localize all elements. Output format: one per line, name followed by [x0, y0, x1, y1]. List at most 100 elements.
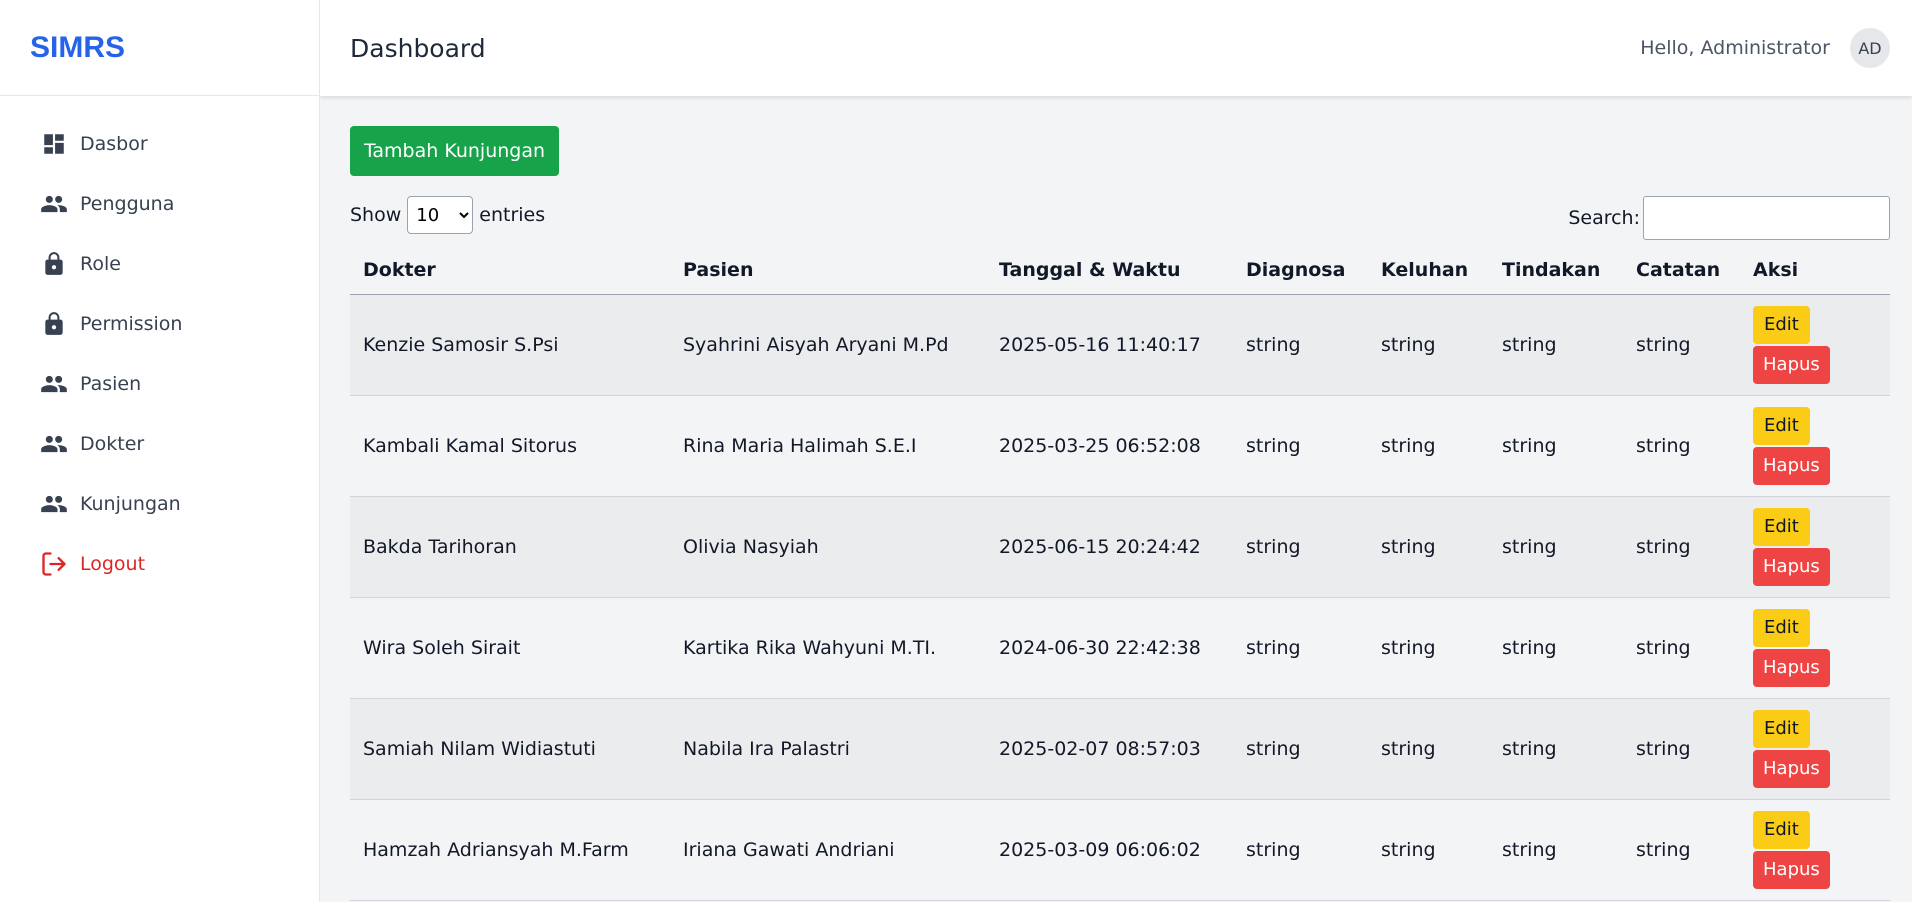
cell-diagnosa: string [1246, 333, 1301, 356]
avatar[interactable]: AD [1850, 28, 1890, 68]
table-row: Bakda Tarihoran Olivia Nasyiah 2025-06-1… [350, 496, 1890, 597]
cell-pasien: Rina Maria Halimah S.E.I [683, 434, 917, 457]
sidebar-item-label: Dokter [80, 433, 145, 455]
cell-pasien: Kartika Rika Wahyuni M.TI. [683, 636, 937, 659]
cell-diagnosa: string [1246, 434, 1301, 457]
table-row: Kenzie Samosir S.Psi Syahrini Aisyah Ary… [350, 294, 1890, 395]
page-title: Dashboard [350, 33, 486, 63]
cell-tindakan: string [1502, 636, 1557, 659]
sidebar-item-permission[interactable]: Permission [0, 294, 319, 354]
greeting-text: Hello, Administrator [1640, 37, 1830, 59]
cell-tindakan: string [1502, 333, 1557, 356]
sidebar-item-kunjungan[interactable]: Kunjungan [0, 474, 319, 534]
add-visit-button[interactable]: Tambah Kunjungan [350, 126, 559, 176]
cell-waktu: 2025-06-15 20:24:42 [999, 535, 1201, 558]
sidebar-item-pasien[interactable]: Pasien [0, 354, 319, 414]
edit-button[interactable]: Edit [1753, 709, 1810, 748]
sidebar-item-logout[interactable]: Logout [0, 534, 319, 594]
edit-button[interactable]: Edit [1753, 608, 1810, 647]
column-header-keluhan[interactable]: Keluhan [1368, 246, 1489, 295]
sidebar-item-role[interactable]: Role [0, 234, 319, 294]
cell-pasien: Nabila Ira Palastri [683, 737, 850, 760]
dashboard-icon [40, 130, 68, 158]
column-header-diagnosa[interactable]: Diagnosa [1233, 246, 1368, 295]
row-actions: Edit Hapus [1753, 305, 1890, 384]
lock-icon [40, 250, 68, 278]
row-actions: Edit Hapus [1753, 608, 1890, 687]
column-header-catatan[interactable]: Catatan [1623, 246, 1740, 295]
cell-dokter: Kenzie Samosir S.Psi [363, 333, 559, 356]
cell-catatan: string [1636, 838, 1691, 861]
entries-label: entries [479, 204, 546, 226]
cell-waktu: 2025-05-16 11:40:17 [999, 333, 1201, 356]
users-icon [40, 190, 68, 218]
cell-keluhan: string [1381, 838, 1436, 861]
sidebar-item-label: Role [80, 253, 121, 275]
lock-icon [40, 310, 68, 338]
delete-button[interactable]: Hapus [1753, 648, 1830, 687]
cell-dokter: Wira Soleh Sirait [363, 636, 521, 659]
cell-waktu: 2025-03-09 06:06:02 [999, 838, 1201, 861]
cell-catatan: string [1636, 636, 1691, 659]
cell-dokter: Samiah Nilam Widiastuti [363, 737, 596, 760]
row-actions: Edit Hapus [1753, 406, 1890, 485]
show-label: Show [350, 204, 402, 226]
cell-aksi: Edit Hapus [1740, 294, 1890, 395]
sidebar-item-label: Pasien [80, 373, 142, 395]
cell-catatan: string [1636, 737, 1691, 760]
delete-button[interactable]: Hapus [1753, 850, 1830, 889]
search-label: Search: [1568, 207, 1640, 229]
cell-catatan: string [1636, 535, 1691, 558]
users-icon [40, 490, 68, 518]
cell-tindakan: string [1502, 737, 1557, 760]
table-row: Hamzah Adriansyah M.Farm Iriana Gawati A… [350, 799, 1890, 900]
sidebar-item-dasbor[interactable]: Dasbor [0, 114, 319, 174]
delete-button[interactable]: Hapus [1753, 749, 1830, 788]
cell-dokter: Hamzah Adriansyah M.Farm [363, 838, 629, 861]
sidebar: SIMRS Dasbor Pengguna Role Permission Pa… [0, 0, 320, 902]
edit-button[interactable]: Edit [1753, 305, 1810, 344]
edit-button[interactable]: Edit [1753, 406, 1810, 445]
cell-catatan: string [1636, 434, 1691, 457]
table-row: Samiah Nilam Widiastuti Nabila Ira Palas… [350, 698, 1890, 799]
cell-keluhan: string [1381, 333, 1436, 356]
cell-pasien: Olivia Nasyiah [683, 535, 819, 558]
user-area: Hello, Administrator AD [1640, 28, 1890, 68]
cell-diagnosa: string [1246, 737, 1301, 760]
delete-button[interactable]: Hapus [1753, 345, 1830, 384]
cell-diagnosa: string [1246, 636, 1301, 659]
row-actions: Edit Hapus [1753, 709, 1890, 788]
column-header-tanggal-waktu[interactable]: Tanggal & Waktu [986, 246, 1233, 295]
cell-keluhan: string [1381, 636, 1436, 659]
brand-logo[interactable]: SIMRS [0, 0, 319, 96]
row-actions: Edit Hapus [1753, 810, 1890, 889]
column-header-tindakan[interactable]: Tindakan [1489, 246, 1623, 295]
search-input[interactable] [1643, 196, 1890, 240]
logout-icon [40, 550, 68, 578]
column-header-dokter[interactable]: Dokter [350, 246, 670, 295]
cell-waktu: 2025-03-25 06:52:08 [999, 434, 1201, 457]
users-icon [40, 370, 68, 398]
cell-tindakan: string [1502, 535, 1557, 558]
sidebar-item-label: Logout [80, 553, 146, 575]
edit-button[interactable]: Edit [1753, 810, 1810, 849]
cell-dokter: Kambali Kamal Sitorus [363, 434, 577, 457]
delete-button[interactable]: Hapus [1753, 446, 1830, 485]
column-header-pasien[interactable]: Pasien [670, 246, 986, 295]
cell-tindakan: string [1502, 434, 1557, 457]
delete-button[interactable]: Hapus [1753, 547, 1830, 586]
sidebar-item-dokter[interactable]: Dokter [0, 414, 319, 474]
cell-keluhan: string [1381, 535, 1436, 558]
column-header-aksi: Aksi [1740, 246, 1890, 295]
sidebar-item-pengguna[interactable]: Pengguna [0, 174, 319, 234]
cell-aksi: Edit Hapus [1740, 496, 1890, 597]
table-row: Wira Soleh Sirait Kartika Rika Wahyuni M… [350, 597, 1890, 698]
cell-aksi: Edit Hapus [1740, 597, 1890, 698]
cell-keluhan: string [1381, 737, 1436, 760]
cell-aksi: Edit Hapus [1740, 698, 1890, 799]
cell-diagnosa: string [1246, 535, 1301, 558]
entries-select[interactable]: 10 [407, 196, 474, 234]
sidebar-item-label: Dasbor [80, 133, 148, 155]
edit-button[interactable]: Edit [1753, 507, 1810, 546]
cell-aksi: Edit Hapus [1740, 799, 1890, 900]
